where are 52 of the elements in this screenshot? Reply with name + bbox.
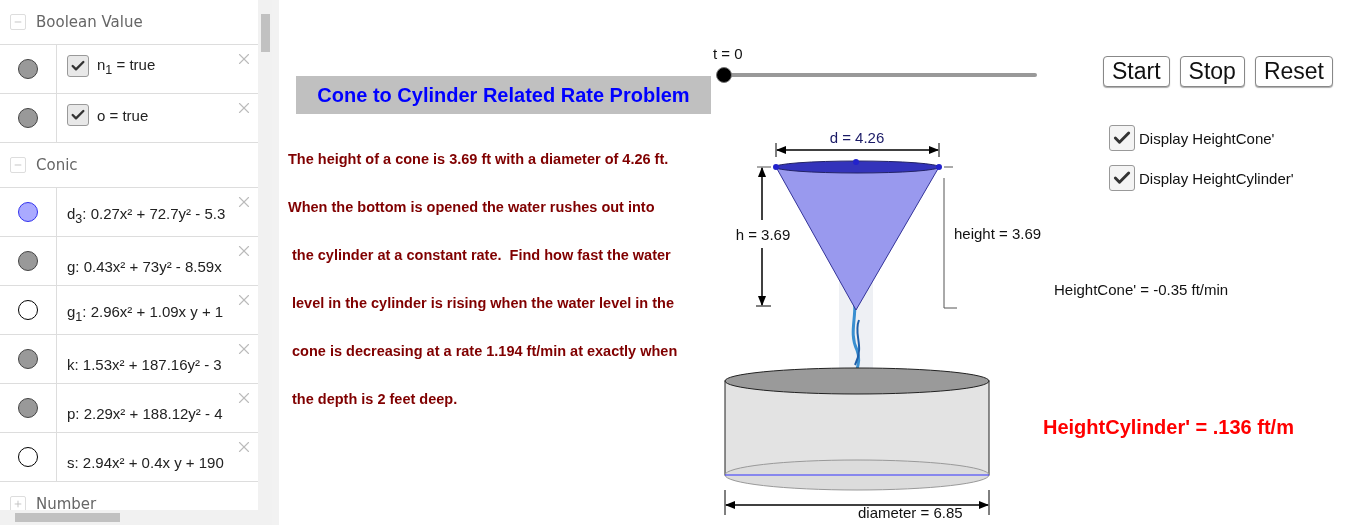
formula-text: n$_{1}$ = true [97, 55, 156, 77]
checkbox[interactable] [67, 55, 89, 77]
action-button[interactable]: Reset [1254, 56, 1333, 87]
algebra-row[interactable]: n$_{1}$ = true [0, 45, 258, 94]
problem-text: the depth is 2 feet deep. [291, 390, 459, 409]
group-title: Number [36, 495, 97, 510]
checkbox-label: Display HeightCone' [1139, 129, 1275, 147]
horizontal-scrollbar[interactable] [0, 510, 272, 525]
algebra-row[interactable]: o = true [0, 94, 258, 143]
algebra-row[interactable]: s: 2.94x² + 0.4x y + 190 [0, 433, 258, 482]
slider-thumb[interactable] [716, 67, 732, 83]
visibility-dot[interactable] [18, 251, 38, 271]
group-title: Conic [36, 156, 78, 174]
visibility-dot[interactable] [18, 202, 38, 222]
dimension-label: h = 3.69 [735, 226, 791, 243]
algebra-row[interactable]: g: 0.43x² + 73y² - 8.59x [0, 237, 258, 286]
formula-text: p: 2.29x² + 188.12y² - 4 [67, 405, 223, 422]
algebra-row[interactable]: k: 1.53x² + 187.16y² - 3 [0, 335, 258, 384]
action-button[interactable]: Stop [1179, 56, 1245, 87]
visibility-dot[interactable] [18, 349, 38, 369]
rate-readout: HeightCylinder' = .136 ft/m [1043, 416, 1294, 439]
checkbox-label: Display HeightCylinder' [1139, 169, 1294, 187]
algebra-row[interactable]: g$_{1}$: 2.96x² + 1.09x y + 1 [0, 286, 258, 335]
rate-readout: HeightCone' = -0.35 ft/min [1054, 281, 1229, 298]
problem-text: cone is decreasing at a rate 1.194 ft/min at exactly when [291, 342, 678, 361]
problem-text: the cylinder at a constant rate. Find how fast the water [291, 246, 672, 265]
action-button[interactable]: Start [1103, 56, 1170, 87]
problem-text: When the bottom is opened the water rushes out into [288, 198, 656, 217]
formula-text: k: 1.53x² + 187.16y² - 3 [67, 356, 222, 373]
problem-text: level in the cylinder is rising when the water level in the [291, 294, 675, 313]
visibility-dot[interactable] [18, 59, 38, 79]
checkbox[interactable] [1109, 165, 1135, 191]
formula-text: d$_{3}$: 0.27x² + 72.7y² - 5.3 [67, 205, 226, 226]
formula-text: g$_{1}$: 2.96x² + 1.09x y + 1 [67, 303, 224, 324]
visibility-dot[interactable] [18, 398, 38, 418]
problem-title: Cone to Cylinder Related Rate Problem [296, 76, 711, 114]
formula-text: s: 2.94x² + 0.4x y + 190 [67, 454, 224, 471]
group-title: Boolean Value [36, 13, 143, 31]
visibility-dot[interactable] [18, 108, 38, 128]
checkbox[interactable] [67, 104, 89, 126]
dimension-label: d = 4.26 [829, 129, 885, 146]
algebra-row[interactable]: p: 2.29x² + 188.12y² - 4 [0, 384, 258, 433]
problem-text: The height of a cone is 3.69 ft with a diameter of 4.26 ft. [288, 150, 670, 169]
dimension-label: height = 3.69 [954, 225, 1042, 242]
formula-text: o = true [97, 106, 149, 124]
algebra-row[interactable]: d$_{3}$: 0.27x² + 72.7y² - 5.3 [0, 188, 258, 237]
formula-text: g: 0.43x² + 73y² - 8.59x [67, 258, 222, 275]
dimension-label: diameter = 6.85 [858, 504, 963, 521]
checkbox[interactable] [1109, 125, 1135, 151]
visibility-dot[interactable] [18, 300, 38, 320]
slider-label: t = 0 [713, 45, 743, 62]
visibility-dot[interactable] [18, 447, 38, 467]
